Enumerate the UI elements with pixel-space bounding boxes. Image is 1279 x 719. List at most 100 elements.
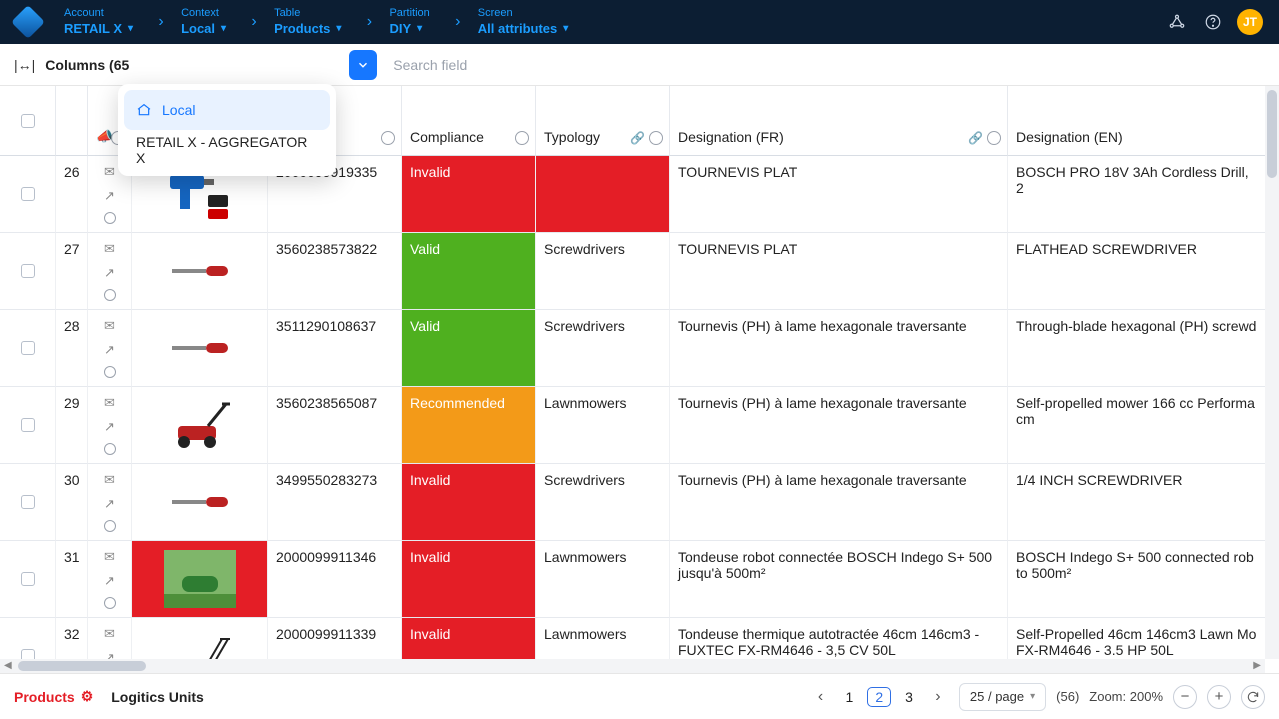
chevron-down-icon: ▾ [128,23,133,34]
row-checkbox[interactable] [0,618,56,659]
mail-icon[interactable]: ✉ [104,164,115,180]
cell-compliance[interactable]: Recommended [402,387,536,464]
cell-main-image[interactable] [132,464,268,541]
cell-main-image[interactable] [132,387,268,464]
col-header-typology[interactable]: Typology🔗 [536,86,670,156]
cell-ean[interactable]: 3511290108637 [268,310,402,387]
cell-designation-fr[interactable]: Tondeuse thermique autotractée 46cm 146c… [670,618,1008,659]
open-icon[interactable]: ↗ [104,265,115,281]
refresh-button[interactable] [1241,685,1265,709]
select-all-checkbox[interactable] [21,114,35,128]
cell-ean[interactable]: 3499550283273 [268,464,402,541]
breadcrumb-screen[interactable]: Screen All attributes▾ [464,0,591,44]
cell-typology[interactable]: Screwdrivers [536,233,670,310]
zoom-in-button[interactable]: + [1207,685,1231,709]
cell-designation-en[interactable]: BOSCH PRO 18V 3Ah Cordless Drill, 2 [1008,156,1265,233]
cell-ean[interactable]: 3560238573822 [268,233,402,310]
open-icon[interactable]: ↗ [104,573,115,589]
context-option-local[interactable]: Local [124,90,330,130]
cell-compliance[interactable]: Invalid [402,618,536,659]
row-checkbox[interactable] [0,310,56,387]
row-checkbox[interactable] [0,156,56,233]
col-header-compliance[interactable]: Compliance [402,86,536,156]
cell-typology[interactable] [536,156,670,233]
cell-designation-fr[interactable]: Tondeuse robot connectée BOSCH Indego S+… [670,541,1008,618]
tab-products[interactable]: Products ⚙ [14,688,93,705]
cell-compliance[interactable]: Invalid [402,156,536,233]
cell-ean[interactable]: 2000099911339 [268,618,402,659]
cell-main-image[interactable] [132,310,268,387]
cell-typology[interactable]: Lawnmowers [536,541,670,618]
row-checkbox[interactable] [0,387,56,464]
mail-icon[interactable]: ✉ [104,626,115,642]
zoom-label: Zoom: 200% [1089,689,1163,704]
cell-designation-en[interactable]: FLATHEAD SCREWDRIVER [1008,233,1265,310]
page-3[interactable]: 3 [901,689,917,705]
cell-designation-fr[interactable]: Tournevis (PH) à lame hexagonale travers… [670,464,1008,541]
cell-compliance[interactable]: Invalid [402,541,536,618]
cell-designation-fr[interactable]: Tournevis (PH) à lame hexagonale travers… [670,310,1008,387]
col-header-designation-en[interactable]: Designation (EN) [1008,86,1265,156]
row-checkbox[interactable] [0,464,56,541]
mail-icon[interactable]: ✉ [104,549,115,565]
cell-designation-fr[interactable]: TOURNEVIS PLAT [670,156,1008,233]
cell-compliance[interactable]: Valid [402,233,536,310]
cell-main-image[interactable] [132,233,268,310]
mail-icon[interactable]: ✉ [104,395,115,411]
page-1[interactable]: 1 [842,689,858,705]
open-icon[interactable]: ↗ [104,650,115,659]
cell-designation-en[interactable]: Self-propelled mower 166 cc Performa cm [1008,387,1265,464]
row-actions[interactable]: ✉↗ [88,541,132,618]
row-actions[interactable]: ✉↗ [88,618,132,659]
cell-typology[interactable]: Screwdrivers [536,310,670,387]
view-selector-button[interactable] [349,50,377,80]
cell-main-image[interactable] [132,618,268,659]
open-icon[interactable]: ↗ [104,342,115,358]
row-actions[interactable]: ✉↗ [88,310,132,387]
vertical-scrollbar[interactable] [1265,86,1279,659]
open-icon[interactable]: ↗ [104,419,115,435]
breadcrumb-context[interactable]: Context Local▾ [167,0,248,44]
user-avatar[interactable]: JT [1237,9,1263,35]
cell-designation-fr[interactable]: Tournevis (PH) à lame hexagonale travers… [670,387,1008,464]
cell-ean[interactable]: 3560238565087 [268,387,402,464]
cell-typology[interactable]: Lawnmowers [536,618,670,659]
cell-compliance[interactable]: Valid [402,310,536,387]
zoom-out-button[interactable]: − [1173,685,1197,709]
cell-designation-en[interactable]: BOSCH Indego S+ 500 connected rob to 500… [1008,541,1265,618]
search-input[interactable] [387,50,627,80]
help-icon[interactable] [1201,10,1225,34]
horizontal-scrollbar[interactable]: ◀▶ [0,659,1265,673]
row-actions[interactable]: ✉↗ [88,464,132,541]
mail-icon[interactable]: ✉ [104,241,115,257]
cell-typology[interactable]: Screwdrivers [536,464,670,541]
context-option-aggregator[interactable]: RETAIL X - AGGREGATOR X [124,130,330,170]
page-prev-button[interactable]: ‹ [810,686,832,708]
cell-ean[interactable]: 2000099911346 [268,541,402,618]
breadcrumb-account[interactable]: Account RETAIL X▾ [50,0,155,44]
tab-logistics[interactable]: Logitics Units [111,689,204,705]
breadcrumb-partition[interactable]: Partition DIY▾ [375,0,451,44]
share-icon[interactable] [1165,10,1189,34]
cell-designation-en[interactable]: Self-Propelled 46cm 146cm3 Lawn Mo FX-RM… [1008,618,1265,659]
mail-icon[interactable]: ✉ [104,318,115,334]
row-checkbox[interactable] [0,541,56,618]
row-checkbox[interactable] [0,233,56,310]
gear-icon: ⚙ [81,688,94,705]
open-icon[interactable]: ↗ [104,496,115,512]
cell-compliance[interactable]: Invalid [402,464,536,541]
mail-icon[interactable]: ✉ [104,472,115,488]
row-actions[interactable]: ✉↗ [88,387,132,464]
col-header-designation-fr[interactable]: Designation (FR)🔗 [670,86,1008,156]
row-actions[interactable]: ✉↗ [88,233,132,310]
page-size-select[interactable]: 25 / page▾ [959,683,1046,711]
cell-typology[interactable]: Lawnmowers [536,387,670,464]
cell-designation-en[interactable]: Through-blade hexagonal (PH) screwd [1008,310,1265,387]
page-2[interactable]: 2 [867,687,891,707]
page-next-button[interactable]: › [927,686,949,708]
open-icon[interactable]: ↗ [104,188,115,204]
cell-designation-fr[interactable]: TOURNEVIS PLAT [670,233,1008,310]
breadcrumb-table[interactable]: Table Products▾ [260,0,363,44]
cell-designation-en[interactable]: 1/4 INCH SCREWDRIVER [1008,464,1265,541]
cell-main-image[interactable] [132,541,268,618]
